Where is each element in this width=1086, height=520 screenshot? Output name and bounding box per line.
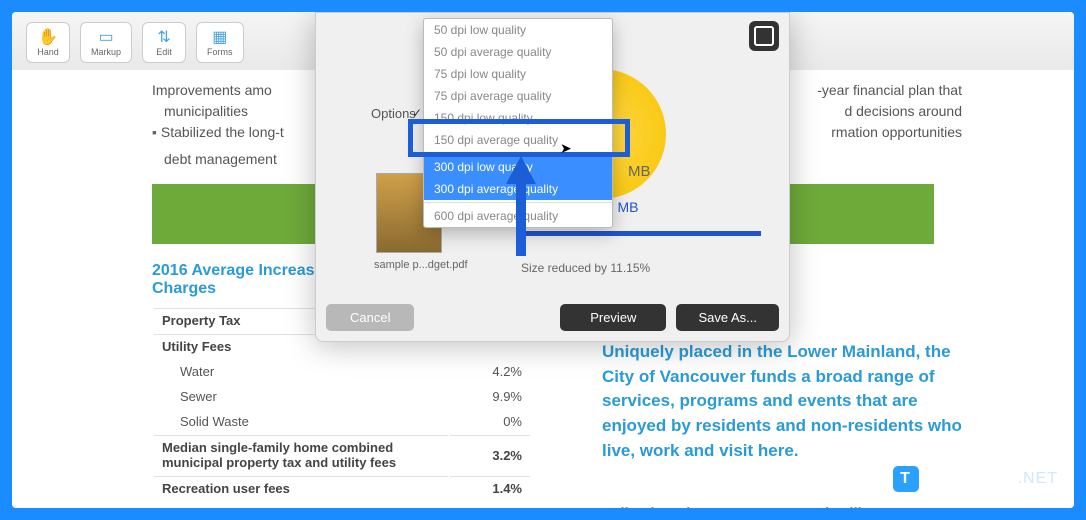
edit-tool-button[interactable]: ⇅ Edit	[142, 22, 186, 63]
row-water-label: Water	[154, 360, 448, 383]
template-text: TEMPLATE.NET	[925, 470, 1058, 488]
dd-item-75-avg[interactable]: 75 dpi average quality	[424, 85, 612, 107]
row-median-label: Median single-family home combined munic…	[154, 435, 448, 474]
dd-item-600-avg[interactable]: 600 dpi average quality	[424, 205, 612, 227]
thumbnail-filename: sample p...dget.pdf	[374, 259, 444, 271]
dd-item-300-low[interactable]: 300 dpi low quality	[424, 156, 612, 178]
markup-icon: ▭	[96, 28, 116, 46]
dd-item-300-avg[interactable]: 300 dpi average quality	[424, 178, 612, 200]
forms-icon: ▦	[210, 28, 230, 46]
edit-icon: ⇅	[154, 28, 174, 46]
quality-dropdown-menu[interactable]: 50 dpi low quality 50 dpi average qualit…	[423, 18, 613, 228]
options-label: Options	[371, 106, 416, 121]
markup-label: Markup	[91, 47, 121, 57]
target-icon[interactable]	[749, 21, 779, 51]
dd-item-150-low[interactable]: 150 dpi low quality	[424, 107, 612, 129]
mb-unit-label: MB	[628, 163, 651, 180]
row-sewer-label: Sewer	[154, 385, 448, 408]
row-rec-val: 1.4%	[450, 476, 530, 500]
cancel-button[interactable]: Cancel	[326, 304, 414, 331]
indicative-heading: Indicative City Property Tax and Utility…	[602, 505, 982, 508]
size-reduced-text: Size reduced by 11.15%	[521, 261, 650, 275]
hand-label: Hand	[37, 47, 59, 57]
dd-separator-2	[424, 202, 612, 203]
save-as-button[interactable]: Save As...	[676, 304, 779, 331]
template-t-icon: T	[893, 466, 919, 492]
dd-item-50-avg[interactable]: 50 dpi average quality	[424, 41, 612, 63]
dialog-button-row: Cancel Preview Save As...	[326, 304, 779, 331]
options-checkmark-icon: ✓	[412, 106, 422, 120]
markup-tool-button[interactable]: ▭ Markup	[80, 22, 132, 63]
row-water-val: 4.2%	[450, 360, 530, 383]
dd-item-150-avg[interactable]: 150 dpi average quality	[424, 129, 612, 151]
preview-button[interactable]: Preview	[560, 304, 666, 331]
row-rec-label: Recreation user fees	[154, 476, 448, 500]
row-solid-val: 0%	[450, 410, 530, 433]
reduce-file-size-dialog: Options ✓ sample p...dget.pdf MB Final S…	[315, 12, 790, 342]
teal-paragraph: Uniquely placed in the Lower Mainland, t…	[602, 340, 982, 463]
edit-label: Edit	[156, 47, 172, 57]
dd-separator-1	[424, 153, 612, 154]
size-progress-bar	[521, 231, 761, 236]
template-net-watermark: T TEMPLATE.NET	[893, 466, 1058, 492]
forms-tool-button[interactable]: ▦ Forms	[196, 22, 244, 63]
forms-label: Forms	[207, 47, 233, 57]
dd-item-50-low[interactable]: 50 dpi low quality	[424, 19, 612, 41]
hand-tool-button[interactable]: ✋ Hand	[26, 22, 70, 63]
row-solid-label: Solid Waste	[154, 410, 448, 433]
dd-item-75-low[interactable]: 75 dpi low quality	[424, 63, 612, 85]
app-frame: ✋ Hand ▭ Markup ⇅ Edit ▦ Forms (page 1 o…	[12, 12, 1074, 508]
row-sewer-val: 9.9%	[450, 385, 530, 408]
hand-icon: ✋	[38, 28, 58, 46]
button-spacer	[424, 304, 550, 331]
row-median-val: 3.2%	[450, 435, 530, 474]
